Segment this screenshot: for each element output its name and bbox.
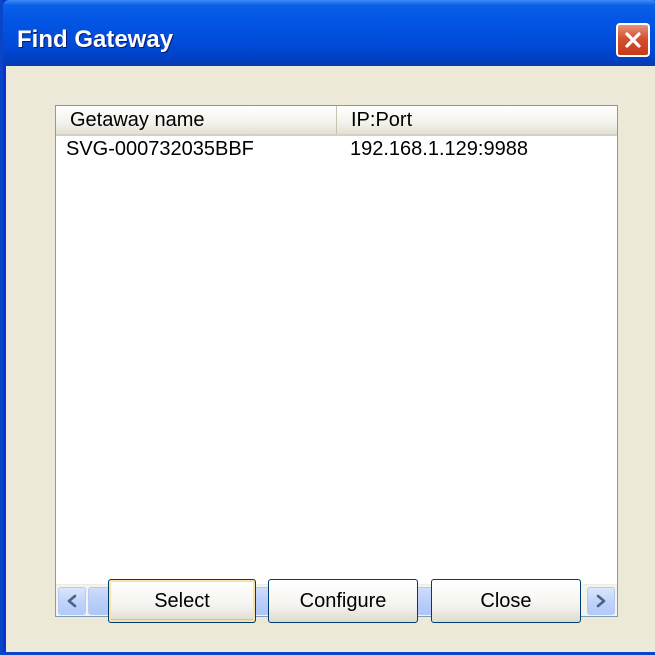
scroll-left-button[interactable] [58,587,86,615]
window-close-button[interactable] [616,23,650,57]
dialog-body: Getaway name IP:Port SVG-000732035BBF 19… [6,66,655,652]
ip-port-cell: 192.168.1.129:9988 [350,138,528,160]
close-x-icon [625,32,641,48]
window-title: Find Gateway [17,26,174,53]
gateway-name-cell: SVG-000732035BBF [66,138,254,160]
arrow-right-icon [596,594,606,608]
table-row[interactable]: SVG-000732035BBF 192.168.1.129:9988 [56,136,617,162]
column-header-gateway-name[interactable]: Getaway name [56,106,336,134]
close-button[interactable]: Close [431,579,581,623]
configure-button[interactable]: Configure [268,579,418,623]
gateway-list[interactable]: Getaway name IP:Port SVG-000732035BBF 19… [55,105,618,617]
column-header-ip-port[interactable]: IP:Port [336,106,617,134]
title-bar[interactable]: Find Gateway [3,0,655,66]
list-header: Getaway name IP:Port [56,106,617,136]
find-gateway-window: Find Gateway Getaway name IP:Port SVG-00… [0,0,655,655]
select-button[interactable]: Select [108,579,256,623]
scroll-right-button[interactable] [587,587,615,615]
arrow-left-icon [67,594,77,608]
